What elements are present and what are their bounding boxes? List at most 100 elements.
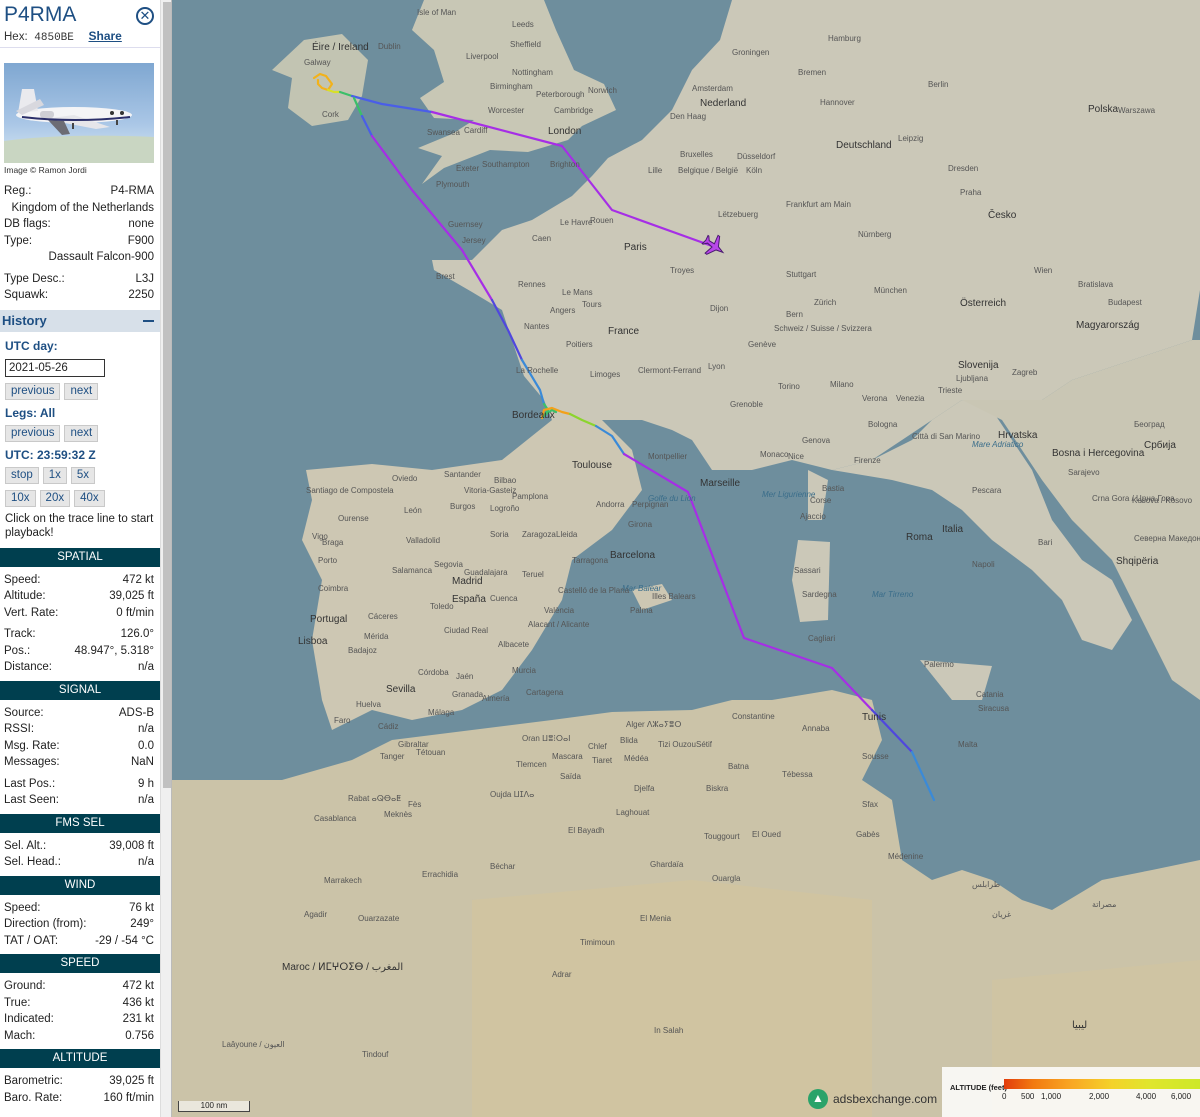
day-next-button[interactable]: next — [64, 382, 99, 400]
playback-buttons-row1: stop 1x 5x — [0, 465, 160, 486]
map-label: Lleida — [556, 530, 578, 539]
map-label: Laâyoune / العيون — [222, 1040, 285, 1049]
callsign-title: P4RMA — [4, 3, 77, 26]
sidebar-scroll-thumb[interactable] — [163, 2, 171, 788]
wind-speed-value: 76 kt — [129, 901, 154, 914]
history-date-input[interactable] — [5, 358, 105, 377]
map-label: Bari — [1038, 538, 1053, 547]
map-scale-bar: 100 nm — [178, 1101, 250, 1112]
map-label: Soria — [490, 530, 509, 539]
map-label: Mar Tirreno — [872, 590, 914, 599]
info-sidebar: P4RMA Hex: 4850BE Share ✕ Image © Ramon … — [0, 0, 172, 1117]
section-signal[interactable]: SIGNAL — [0, 680, 160, 700]
type-desc-row: Type Desc.: L3J — [0, 271, 160, 288]
map-label: Sousse — [862, 752, 889, 761]
speed-1x-button[interactable]: 1x — [42, 466, 67, 484]
section-wind[interactable]: WIND — [0, 875, 160, 895]
map-label: Tébessa — [782, 770, 813, 779]
map-label: Frankfurt am Main — [786, 200, 851, 209]
map-label: غريان — [992, 910, 1012, 919]
history-title: History — [2, 313, 47, 328]
last-pos-value: 9 h — [138, 777, 154, 790]
map-label: طرابلس — [972, 880, 1001, 889]
section-altitude[interactable]: ALTITUDE — [0, 1049, 160, 1068]
map-label: Badajoz — [348, 646, 377, 655]
map-label: Napoli — [972, 560, 995, 569]
map-label: Pamplona — [512, 492, 549, 501]
map-label: Madrid — [452, 576, 483, 587]
map-label: Cádiz — [378, 722, 399, 731]
map-label: Errachidia — [422, 870, 459, 879]
map-label: Ciudad Real — [444, 626, 489, 635]
day-previous-button[interactable]: previous — [5, 382, 61, 400]
map-label: Jersey — [462, 236, 486, 245]
true-speed-value: 436 kt — [122, 996, 154, 1009]
map-attribution[interactable]: ▲ adsbexchange.com — [808, 1089, 937, 1109]
map-label: Batna — [728, 762, 749, 771]
indicated-speed-value: 231 kt — [122, 1013, 154, 1025]
map-label: La Rochelle — [516, 366, 559, 375]
map-label: Wien — [1034, 266, 1053, 275]
speed-20x-button[interactable]: 20x — [39, 489, 71, 507]
map-label: Santander — [444, 470, 481, 479]
land-sardinia — [792, 540, 830, 622]
map-label: Girona — [628, 520, 653, 529]
close-icon[interactable]: ✕ — [136, 7, 154, 25]
map-label: Sfax — [862, 800, 879, 809]
map-label: Montpellier — [648, 452, 688, 461]
map-label: Brest — [436, 272, 455, 281]
pos-value: 48.947°, 5.318° — [74, 644, 154, 657]
legend-tick: 6,000 — [1171, 1092, 1192, 1101]
section-speed[interactable]: SPEED — [0, 954, 160, 973]
history-toggle[interactable]: History — [0, 309, 160, 332]
aircraft-photo[interactable] — [4, 63, 154, 163]
map-label: Cagliari — [808, 634, 836, 643]
messages-value: NaN — [130, 756, 154, 768]
speed-40x-button[interactable]: 40x — [74, 489, 105, 507]
leg-next-button[interactable]: next — [64, 424, 99, 442]
land-sahara-shade — [472, 880, 872, 1117]
map-label: Österreich — [960, 298, 1007, 309]
reg-value: P4-RMA — [110, 185, 154, 197]
messages-label: Messages: — [4, 756, 60, 768]
map-label: Jaén — [456, 672, 474, 681]
map-label: Leipzig — [898, 134, 924, 143]
map-label: Bordeaux — [512, 410, 555, 421]
sel-alt-label: Sel. Alt.: — [4, 839, 47, 852]
map-label: Sardegna — [802, 590, 837, 599]
map-label: Touggourt — [704, 832, 740, 841]
share-link[interactable]: Share — [88, 29, 121, 43]
map-label: Plymouth — [436, 180, 470, 189]
type-value: F900 — [127, 234, 154, 247]
map-label: Warszawa — [1118, 106, 1156, 115]
map-view[interactable]: Isle of Man Leeds Sheffield Liverpool No… — [172, 0, 1200, 1117]
map-label: Porto — [318, 556, 338, 565]
map-label: Le Havre — [560, 218, 593, 227]
country-row: Kingdom of the Netherlands — [0, 200, 160, 217]
map-label: Andorra — [596, 500, 625, 509]
spatial-pos-row: Pos.: 48.947°, 5.318° — [0, 643, 160, 660]
type-desc-value: L3J — [135, 272, 154, 285]
map-label: Tétouan — [416, 748, 446, 757]
speed-10x-button[interactable]: 10x — [5, 489, 36, 507]
speed-5x-button[interactable]: 5x — [70, 466, 96, 484]
track-value: 126.0° — [120, 628, 154, 640]
sidebar-scrollbar[interactable] — [160, 0, 171, 1117]
map-label: Béchar — [490, 862, 516, 871]
photo-credit: Image © Ramon Jordi — [4, 165, 87, 175]
leg-nav-buttons: previous next — [0, 423, 160, 444]
map-label: Monaco — [760, 450, 789, 459]
section-fms-sel[interactable]: FMS SEL — [0, 813, 160, 833]
map-label: Granada — [452, 690, 484, 699]
speed-ground-row: Ground: 472 kt — [0, 978, 160, 995]
track-label: Track: — [4, 628, 36, 640]
map-label: Deutschland — [836, 140, 892, 151]
map-label: Timimoun — [580, 938, 615, 947]
map-label: Golfe du Lion — [648, 494, 696, 503]
map-label: Zürich — [814, 298, 837, 307]
map-label: Nederland — [700, 98, 747, 109]
section-spatial[interactable]: SPATIAL — [0, 547, 160, 567]
map-label: Rennes — [518, 280, 546, 289]
stop-button[interactable]: stop — [5, 466, 39, 484]
leg-previous-button[interactable]: previous — [5, 424, 61, 442]
